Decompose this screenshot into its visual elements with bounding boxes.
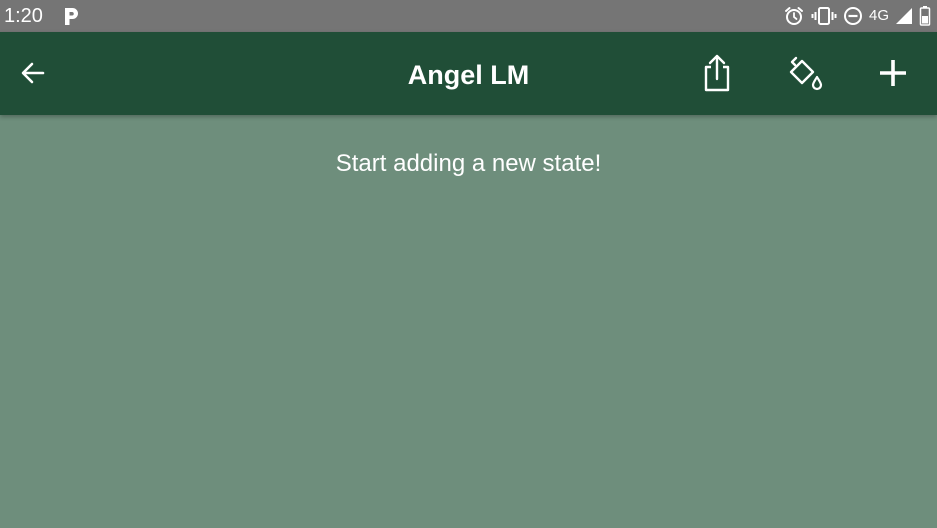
do-not-disturb-icon <box>843 6 863 26</box>
network-type: 4G <box>868 7 889 24</box>
vibrate-icon <box>811 5 837 27</box>
add-icon <box>877 57 909 92</box>
share-button[interactable] <box>695 52 739 96</box>
status-icons: 4G <box>783 4 931 28</box>
empty-state-message: Start adding a new state! <box>335 150 602 177</box>
battery-icon <box>919 5 931 27</box>
app-bar: Angel LM <box>0 32 937 115</box>
status-time: 1:20 <box>4 5 43 27</box>
add-state-button[interactable] <box>871 52 915 96</box>
content-area: Start adding a new state! <box>0 115 937 528</box>
back-button[interactable] <box>11 52 55 96</box>
signal-icon <box>895 7 913 25</box>
paint-bucket-icon <box>787 54 825 95</box>
share-icon <box>699 53 735 96</box>
status-bar: 1:20 4G <box>0 0 937 32</box>
back-arrow-icon <box>18 58 48 91</box>
alarm-icon <box>783 5 805 27</box>
parking-app-icon <box>60 5 82 27</box>
paint-button[interactable] <box>784 52 828 96</box>
